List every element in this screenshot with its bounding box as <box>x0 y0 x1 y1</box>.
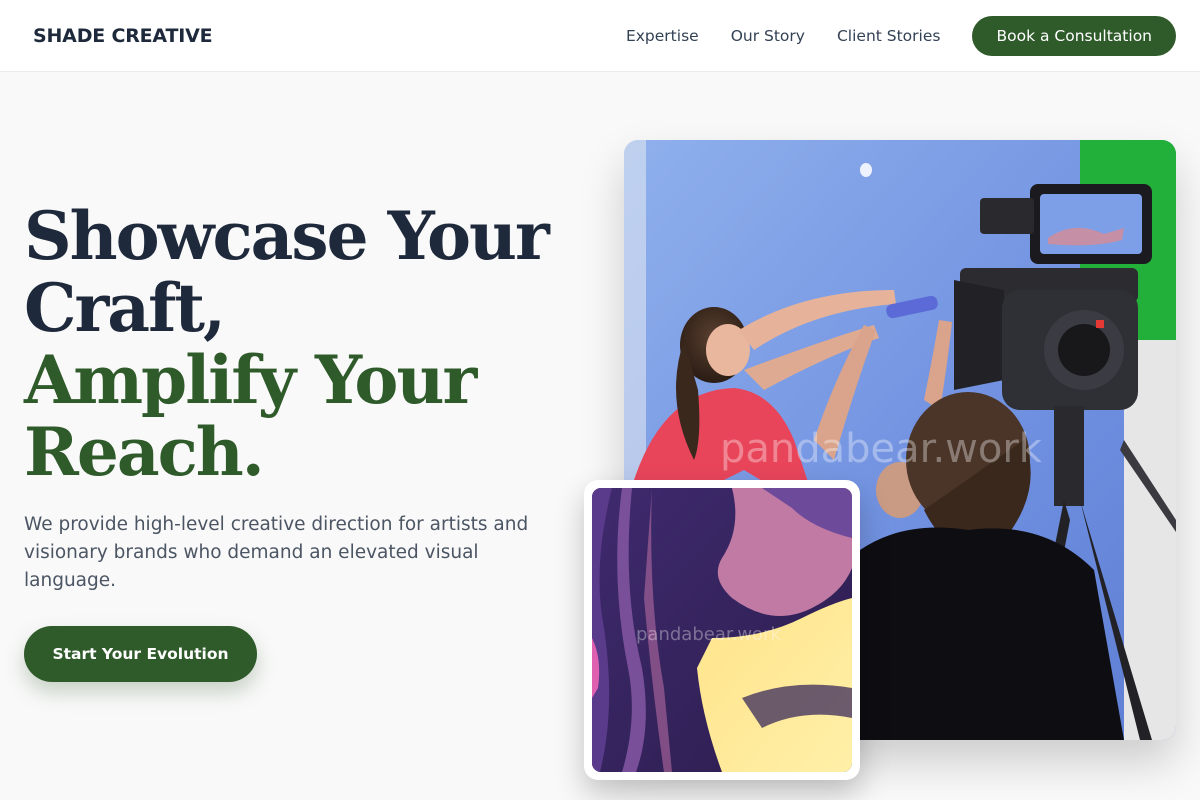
thumbnail-watermark: pandabear.work <box>636 624 781 645</box>
brand-logo[interactable]: SHADE CREATIVE <box>33 25 213 47</box>
nav-link-our-story[interactable]: Our Story <box>731 27 805 45</box>
hero-title-line-4: Reach. <box>24 413 265 491</box>
hero-title: Showcase Your Craft, Amplify Your Reach. <box>24 200 584 488</box>
hero-title-line-3: Amplify Your <box>24 341 477 419</box>
nav-links: Expertise Our Story Client Stories Book … <box>626 15 1176 56</box>
hero-title-line-1: Showcase Your <box>24 197 550 275</box>
thumbnail-image: pandabear.work <box>592 488 852 772</box>
start-evolution-button[interactable]: Start Your Evolution <box>24 626 257 682</box>
main-image-watermark: pandabear.work <box>720 426 1043 472</box>
nav-link-expertise[interactable]: Expertise <box>626 27 699 45</box>
thumbnail-card: pandabear.work <box>584 480 860 780</box>
hero-description: We provide high-level creative direction… <box>24 514 529 591</box>
navbar: SHADE CREATIVE Expertise Our Story Clien… <box>0 0 1200 72</box>
book-consultation-button[interactable]: Book a Consultation <box>972 15 1176 56</box>
hero-title-line-2: Craft, <box>24 269 226 347</box>
nav-link-client-stories[interactable]: Client Stories <box>837 27 941 45</box>
